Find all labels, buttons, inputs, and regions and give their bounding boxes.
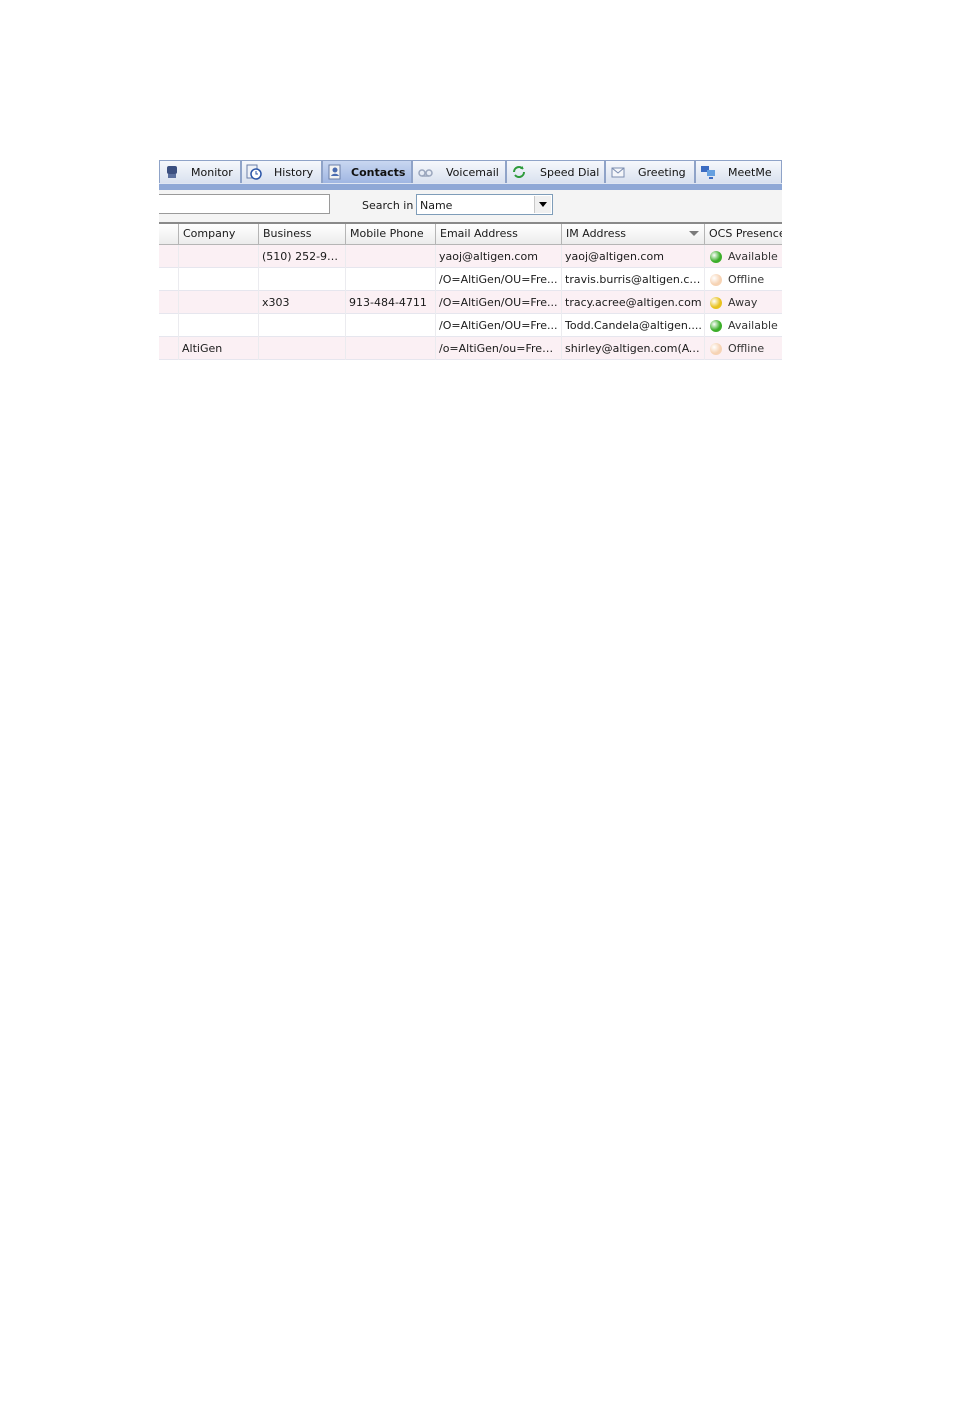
table-row[interactable]: /O=AltiGen/OU=Fre... travis.burris@altige…	[159, 268, 782, 291]
voicemail-icon	[417, 164, 433, 180]
search-field-select[interactable]: Name	[416, 194, 553, 215]
presence-label: Offline	[728, 273, 765, 286]
history-clock-icon	[246, 164, 262, 180]
tab-label: Voicemail	[446, 165, 499, 179]
contacts-window: Monitor History Contacts Voicemail Speed…	[159, 160, 782, 365]
cell-mobile	[345, 337, 435, 360]
cell-ocs-presence: Away	[704, 291, 782, 314]
cell-email: /o=AltiGen/ou=Frem...	[435, 337, 561, 360]
presence-label: Available	[728, 319, 778, 332]
row-selector	[159, 314, 178, 337]
tab-bar: Monitor History Contacts Voicemail Speed…	[159, 160, 782, 190]
greeting-envelope-icon	[610, 164, 626, 180]
cell-mobile	[345, 268, 435, 291]
cell-im: yaoj@altigen.com	[561, 245, 704, 268]
cell-email: /O=AltiGen/OU=Fre...	[435, 268, 561, 291]
sort-descending-icon	[689, 231, 699, 236]
column-header-ocs-presence[interactable]: OCS Presence	[704, 224, 782, 244]
cell-im: tracy.acree@altigen.com	[561, 291, 704, 314]
row-selector	[159, 291, 178, 314]
meetme-conference-icon	[700, 164, 716, 180]
table-row[interactable]: x303 913-484-4711/O=AltiGen/OU=Fre... trac…	[159, 291, 782, 314]
cell-business: x303	[258, 291, 345, 314]
column-header-mobile-phone[interactable]: Mobile Phone	[345, 224, 435, 244]
cell-business	[258, 268, 345, 291]
presence-label: Offline	[728, 342, 765, 355]
cell-email: yaoj@altigen.com	[435, 245, 561, 268]
tab-history[interactable]: History	[241, 160, 322, 183]
search-field-value: Name	[420, 199, 453, 212]
column-header-im-address[interactable]: IM Address	[561, 224, 704, 244]
column-header-email-address[interactable]: Email Address	[435, 224, 561, 244]
table-row[interactable]: /O=AltiGen/OU=Fre... Todd.Candela@altigen…	[159, 314, 782, 337]
cell-ocs-presence: Offline	[704, 268, 782, 291]
presence-label: Available	[728, 250, 778, 263]
cell-im: shirley@altigen.com(Av...	[561, 337, 704, 360]
tab-label: Greeting	[638, 165, 686, 179]
tab-label: MeetMe	[728, 165, 772, 179]
presence-status-icon	[710, 342, 722, 355]
speed-dial-refresh-icon	[511, 164, 527, 180]
column-header-company[interactable]: Company	[178, 224, 258, 244]
cell-business	[258, 314, 345, 337]
tab-label: History	[274, 165, 314, 179]
tab-label: Contacts	[351, 165, 406, 179]
column-header-business[interactable]: Business	[258, 224, 345, 244]
tab-voicemail[interactable]: Voicemail	[412, 160, 506, 183]
table-row[interactable]: AltiGen/o=AltiGen/ou=Frem... shirley@alti…	[159, 337, 782, 360]
search-input[interactable]	[159, 194, 330, 214]
contacts-table: Company Business Mobile Phone Email Addr…	[159, 222, 782, 365]
tab-speed-dial[interactable]: Speed Dial	[506, 160, 605, 183]
cell-company: AltiGen	[178, 337, 258, 360]
table-header: Company Business Mobile Phone Email Addr…	[159, 224, 782, 245]
tab-contacts[interactable]: Contacts	[322, 160, 412, 183]
row-selector	[159, 337, 178, 360]
cell-ocs-presence: Available	[704, 245, 782, 268]
presence-status-icon	[710, 296, 722, 309]
chevron-down-icon[interactable]	[534, 196, 551, 213]
search-bar: Search in Name	[159, 190, 782, 222]
tab-label: Speed Dial	[540, 165, 600, 179]
tab-label: Monitor	[191, 165, 233, 179]
presence-status-icon	[710, 273, 722, 286]
cell-ocs-presence: Offline	[704, 337, 782, 360]
cell-company	[178, 314, 258, 337]
cell-mobile: 913-484-4711	[345, 291, 435, 314]
presence-status-icon	[710, 319, 722, 332]
search-in-label: Search in	[362, 199, 414, 212]
cell-company	[178, 268, 258, 291]
cell-ocs-presence: Available	[704, 314, 782, 337]
cell-business: (510) 252-9712	[258, 245, 345, 268]
tab-monitor[interactable]: Monitor	[159, 160, 241, 183]
presence-status-icon	[710, 250, 722, 263]
presence-label: Away	[728, 296, 758, 309]
row-selector	[159, 245, 178, 268]
cell-mobile	[345, 245, 435, 268]
cell-company	[178, 291, 258, 314]
tab-greeting[interactable]: Greeting	[605, 160, 695, 183]
cell-im: travis.burris@altigen.com	[561, 268, 704, 291]
cell-email: /O=AltiGen/OU=Fre...	[435, 291, 561, 314]
column-header-label: IM Address	[566, 227, 627, 240]
cell-im: Todd.Candela@altigen....	[561, 314, 704, 337]
cell-company	[178, 245, 258, 268]
row-selector	[159, 268, 178, 291]
tab-meetme[interactable]: MeetMe	[695, 160, 782, 183]
cell-mobile	[345, 314, 435, 337]
monitor-icon	[164, 164, 180, 180]
contacts-book-icon	[327, 164, 343, 180]
cell-business	[258, 337, 345, 360]
table-row[interactable]: (510) 252-9712 yaoj@altigen.com yaoj@altig…	[159, 245, 782, 268]
cell-email: /O=AltiGen/OU=Fre...	[435, 314, 561, 337]
